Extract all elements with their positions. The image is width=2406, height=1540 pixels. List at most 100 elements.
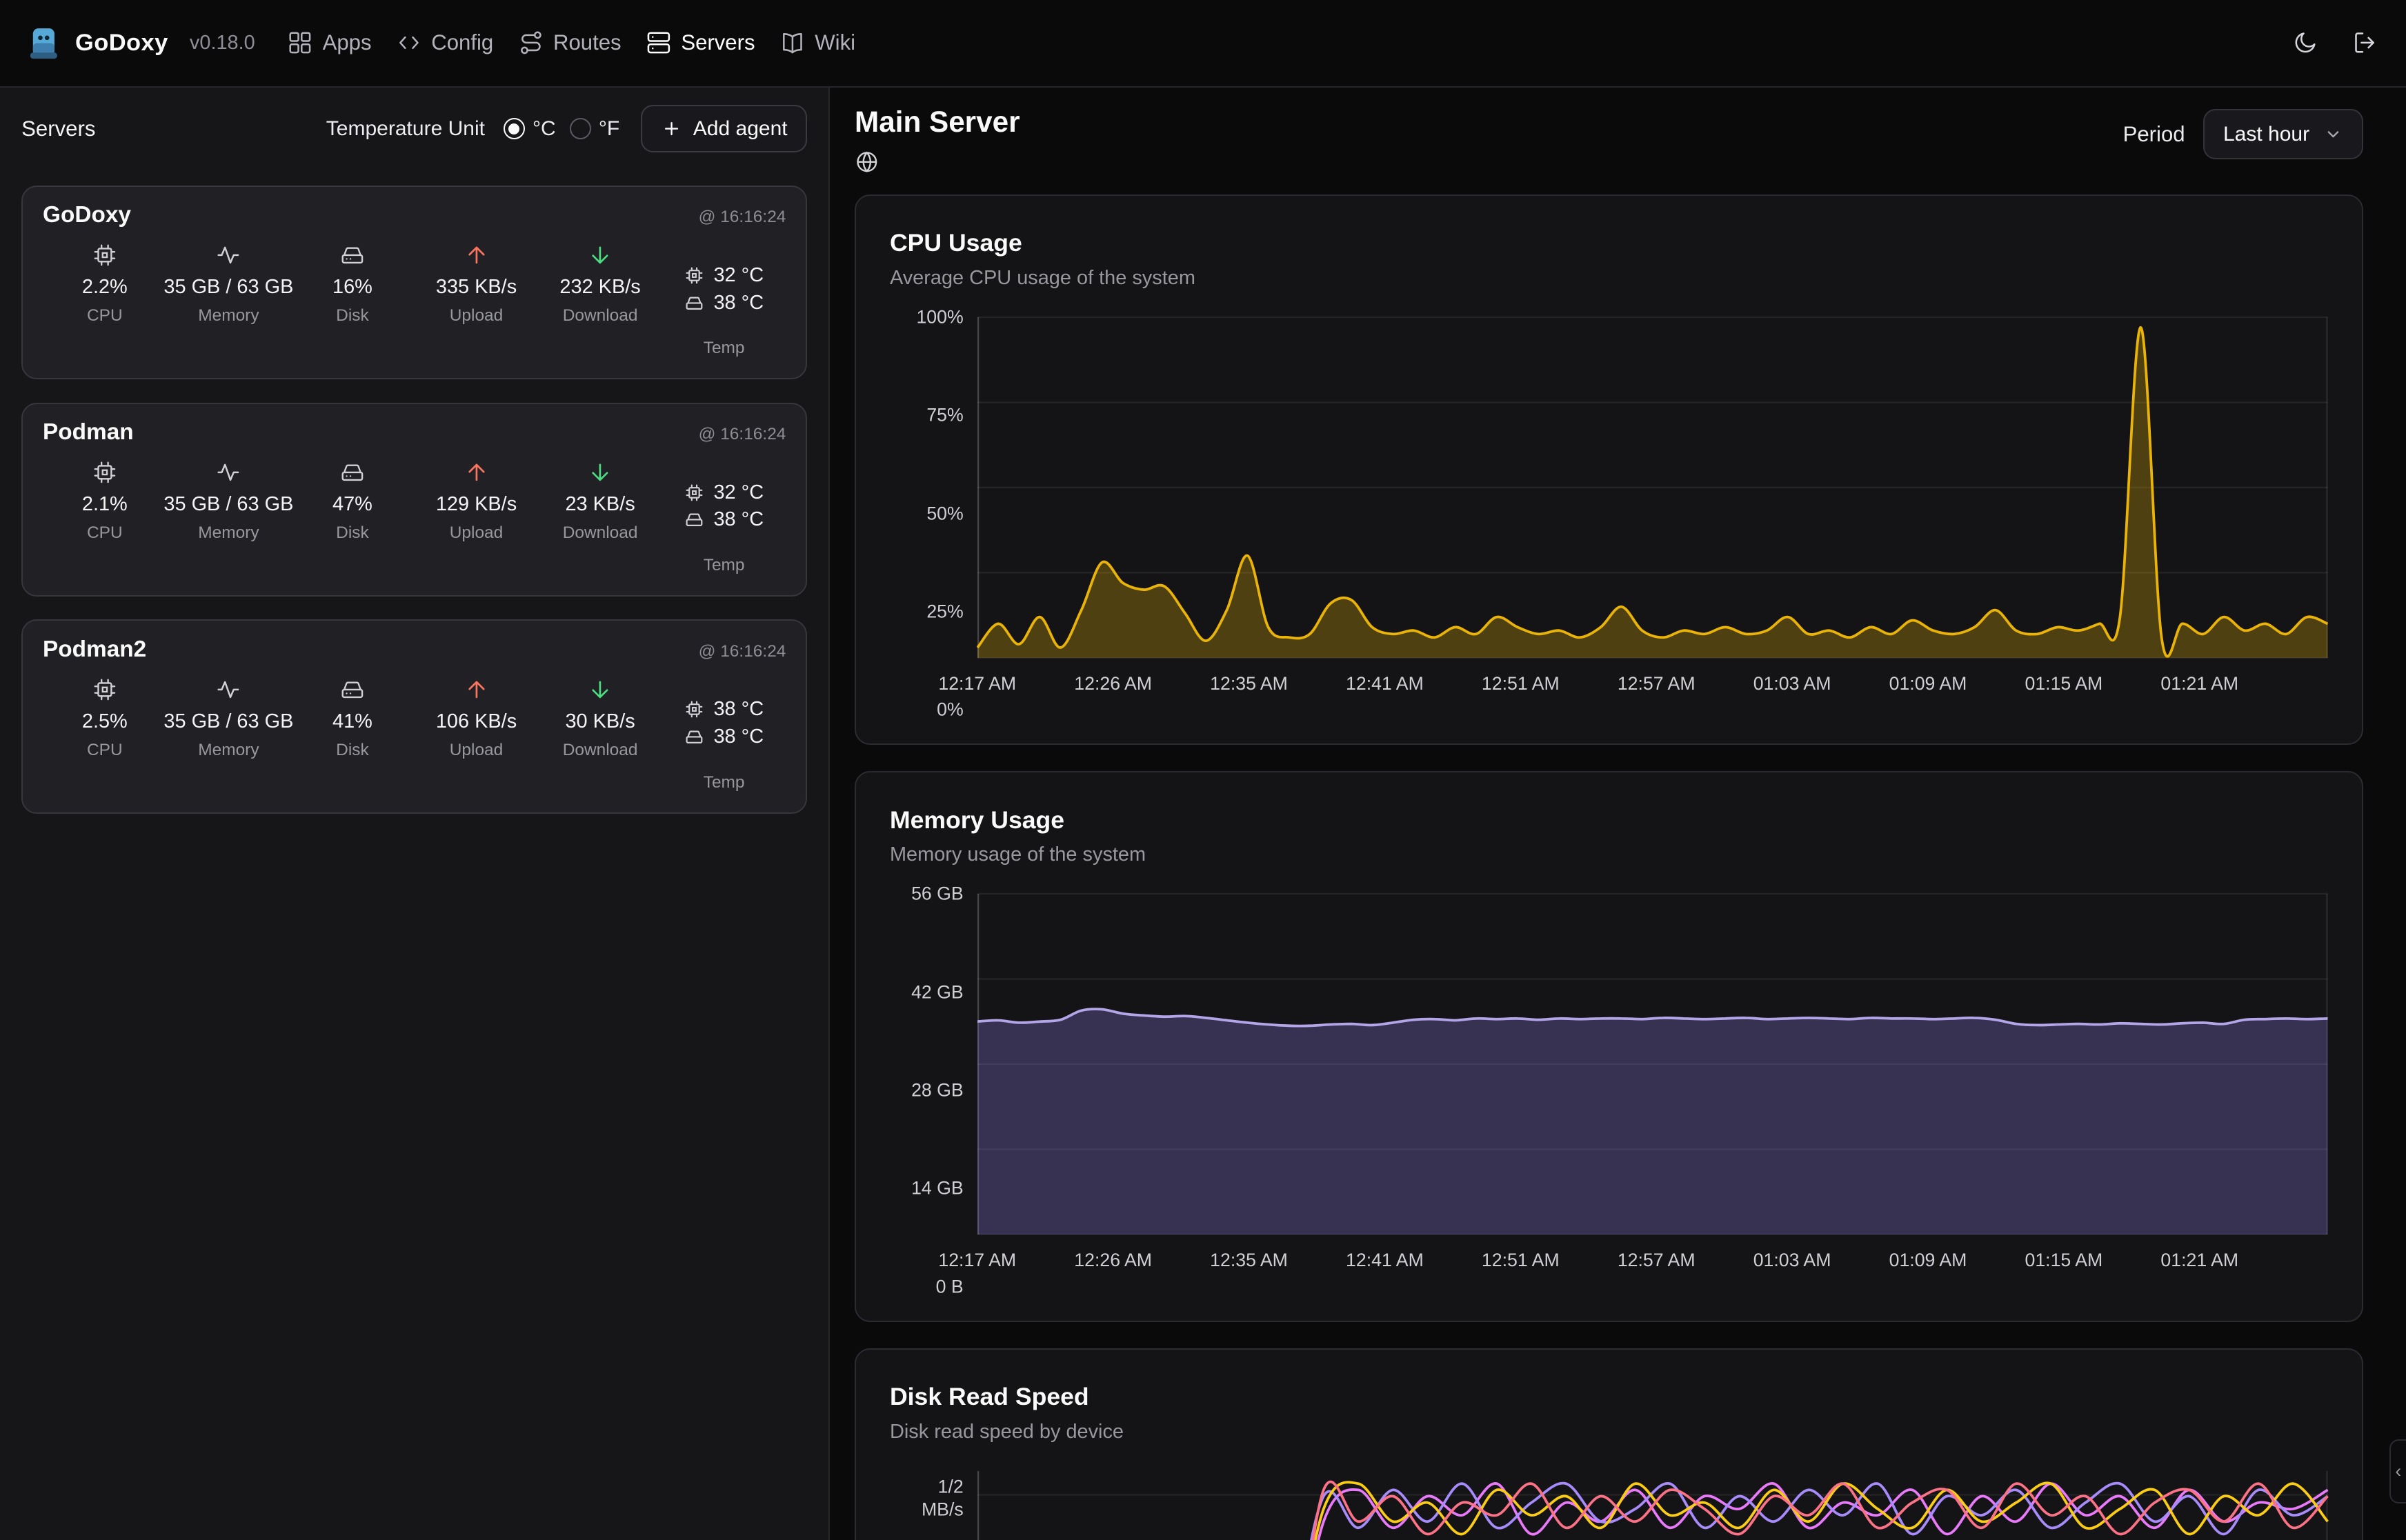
cpu-icon xyxy=(92,242,118,268)
cpu-icon xyxy=(684,483,704,503)
route-icon xyxy=(518,30,544,56)
server-card-godoxy[interactable]: GoDoxy @ 16:16:24 2.2% CPU 35 GB / 63 GB xyxy=(21,186,807,379)
arrow-down-icon xyxy=(587,677,613,703)
x-axis: 12:17 AM12:26 AM12:35 AM12:41 AM12:51 AM… xyxy=(977,673,2328,710)
server-card-podman[interactable]: Podman @ 16:16:24 2.1% CPU 35 GB / 63 GB xyxy=(21,403,807,597)
stat-temp: 32 °C 38 °C Temp xyxy=(662,242,786,358)
nav-item-routes[interactable]: Routes xyxy=(515,21,624,66)
stat-upload: 335 KB/s Upload xyxy=(415,242,539,358)
stat-upload: 106 KB/s Upload xyxy=(415,677,539,792)
chart-subtitle: Disk read speed by device xyxy=(890,1421,2328,1443)
server-icon xyxy=(646,30,672,56)
stat-download: 23 KB/s Download xyxy=(538,459,662,575)
stat-memory: 35 GB / 63 GB Memory xyxy=(167,677,291,792)
moon-icon[interactable] xyxy=(2292,30,2318,56)
fahrenheit-radio[interactable] xyxy=(570,118,591,139)
arrow-down-icon xyxy=(587,242,613,268)
chart-subtitle: Average CPU usage of the system xyxy=(890,267,2328,290)
activity-icon xyxy=(215,242,241,268)
server-list: GoDoxy @ 16:16:24 2.2% CPU 35 GB / 63 GB xyxy=(21,186,807,814)
cpu-icon xyxy=(92,459,118,486)
arrow-up-icon xyxy=(464,677,490,703)
disk-read-speed-card: Disk Read Speed Disk read speed by devic… xyxy=(855,1348,2363,1540)
book-icon xyxy=(779,30,806,56)
cpu-usage-chart: 100%75%50%25%0% 12:17 AM12:26 AM12:35 AM… xyxy=(890,317,2328,710)
y-axis: 100%75%50%25%0% xyxy=(890,317,977,710)
server-card-podman2[interactable]: Podman2 @ 16:16:24 2.5% CPU 35 GB / 63 G… xyxy=(21,619,807,813)
hard-drive-icon xyxy=(684,727,704,747)
nav-label: Apps xyxy=(323,30,372,55)
nav-label: Servers xyxy=(681,30,755,55)
cpu-icon xyxy=(684,266,704,286)
plus-icon xyxy=(661,118,682,139)
disk-read-speed-chart: 1/2 MB/s xyxy=(890,1471,2328,1540)
plot-area xyxy=(977,894,2328,1234)
hard-drive-icon xyxy=(339,242,366,268)
stat-cpu: 2.2% CPU xyxy=(43,242,167,358)
godoxy-logo xyxy=(28,26,60,61)
chart-title: Disk Read Speed xyxy=(890,1383,2328,1411)
navbar-actions xyxy=(2292,30,2378,56)
main-panel: Main Server Period Last hour xyxy=(830,88,2406,1540)
cpu-icon xyxy=(684,699,704,719)
logout-icon[interactable] xyxy=(2352,30,2378,56)
y-axis: 56 GB42 GB28 GB14 GB0 B xyxy=(890,894,977,1286)
top-navbar: GoDoxy v0.18.0 Apps Config Routes xyxy=(0,0,2406,88)
stat-temp: 32 °C 38 °C Temp xyxy=(662,459,786,575)
x-axis: 12:17 AM12:26 AM12:35 AM12:41 AM12:51 AM… xyxy=(977,1250,2328,1286)
brand: GoDoxy v0.18.0 xyxy=(28,26,255,61)
nav-item-apps[interactable]: Apps xyxy=(284,21,375,66)
collapse-panel-handle[interactable]: ‹ xyxy=(2389,1439,2406,1503)
stat-cpu: 2.5% CPU xyxy=(43,677,167,792)
chevron-down-icon xyxy=(2323,124,2343,144)
arrow-up-icon xyxy=(464,459,490,486)
globe-icon[interactable] xyxy=(855,150,1020,174)
cpu-icon xyxy=(92,677,118,703)
fahrenheit-label: °F xyxy=(599,117,619,141)
stat-memory: 35 GB / 63 GB Memory xyxy=(167,459,291,575)
plot-area xyxy=(977,1471,2328,1540)
page-title: Main Server xyxy=(855,106,1020,139)
celsius-label: °C xyxy=(533,117,556,141)
server-name: GoDoxy xyxy=(43,202,131,228)
stat-download: 232 KB/s Download xyxy=(538,242,662,358)
y-axis: 1/2 MB/s xyxy=(890,1471,977,1540)
hard-drive-icon xyxy=(684,510,704,530)
grid-icon xyxy=(287,30,313,56)
stat-temp: 38 °C 38 °C Temp xyxy=(662,677,786,792)
add-agent-button[interactable]: Add agent xyxy=(641,105,807,152)
arrow-up-icon xyxy=(464,242,490,268)
stat-disk: 41% Disk xyxy=(290,677,415,792)
nav-label: Wiki xyxy=(815,30,855,55)
nav-item-servers[interactable]: Servers xyxy=(643,21,758,66)
nav-label: Routes xyxy=(553,30,622,55)
memory-usage-card: Memory Usage Memory usage of the system … xyxy=(855,771,2363,1322)
server-timestamp: @ 16:16:24 xyxy=(699,208,786,227)
server-timestamp: @ 16:16:24 xyxy=(699,642,786,661)
celsius-radio[interactable] xyxy=(504,118,525,139)
plot-area xyxy=(977,317,2328,658)
hard-drive-icon xyxy=(684,293,704,313)
server-name: Podman2 xyxy=(43,637,146,663)
server-timestamp: @ 16:16:24 xyxy=(699,425,786,444)
stat-download: 30 KB/s Download xyxy=(538,677,662,792)
servers-sidebar: Servers Temperature Unit °C °F Add agent xyxy=(0,88,830,1540)
period-select[interactable]: Last hour xyxy=(2203,109,2363,159)
temperature-unit-label: Temperature Unit xyxy=(326,117,485,141)
period-label: Period xyxy=(2123,122,2185,147)
brand-version: v0.18.0 xyxy=(190,32,255,54)
stat-memory: 35 GB / 63 GB Memory xyxy=(167,242,291,358)
memory-usage-chart: 56 GB42 GB28 GB14 GB0 B 12:17 AM12:26 AM… xyxy=(890,894,2328,1286)
nav-item-wiki[interactable]: Wiki xyxy=(777,21,859,66)
cpu-usage-card: CPU Usage Average CPU usage of the syste… xyxy=(855,194,2363,746)
sidebar-title: Servers xyxy=(21,117,95,141)
stat-disk: 47% Disk xyxy=(290,459,415,575)
stat-disk: 16% Disk xyxy=(290,242,415,358)
activity-icon xyxy=(215,677,241,703)
main-nav: Apps Config Routes Servers xyxy=(284,21,859,66)
arrow-down-icon xyxy=(587,459,613,486)
stat-upload: 129 KB/s Upload xyxy=(415,459,539,575)
nav-item-config[interactable]: Config xyxy=(393,21,497,66)
chart-subtitle: Memory usage of the system xyxy=(890,843,2328,866)
hard-drive-icon xyxy=(339,459,366,486)
